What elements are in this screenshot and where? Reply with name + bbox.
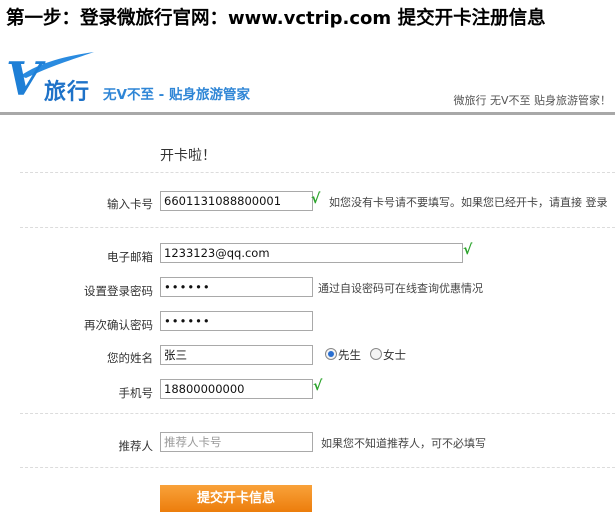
- password-input[interactable]: ••••••: [160, 277, 313, 297]
- email-check-icon: √: [463, 242, 473, 258]
- submit-button[interactable]: 提交开卡信息: [160, 485, 312, 512]
- gender-male-label[interactable]: 先生: [338, 347, 361, 363]
- logo-v-mark: V: [6, 52, 42, 106]
- card-number-input[interactable]: 6601131088800001: [160, 191, 313, 211]
- card-number-label: 输入卡号: [107, 197, 153, 211]
- header-tagline: 微旅行 无V不至 贴身旅游管家！: [453, 94, 611, 107]
- referrer-label: 推荐人: [118, 439, 154, 453]
- phone-label: 手机号: [118, 386, 154, 400]
- referrer-hint: 如果您不知道推荐人，可不必填写: [321, 437, 486, 450]
- step-title-url: www.vctrip.com: [228, 8, 392, 29]
- card-number-hint: 如您没有卡号请不要填写。如果您已经开卡，请直接 登录: [329, 196, 608, 209]
- referrer-input[interactable]: 推荐人卡号: [160, 432, 313, 452]
- phone-input[interactable]: 18800000000: [160, 379, 313, 399]
- phone-check-icon: √: [313, 378, 323, 394]
- divider: [20, 413, 615, 414]
- confirm-password-input[interactable]: ••••••: [160, 311, 313, 331]
- site-logo[interactable]: V 旅行 无V不至 - 贴身旅游管家: [6, 50, 306, 110]
- password-label: 设置登录密码: [84, 284, 153, 298]
- header-divider: [0, 112, 615, 115]
- name-input[interactable]: 张三: [160, 345, 313, 365]
- logo-slogan: 无V不至 - 贴身旅游管家: [103, 87, 250, 103]
- form-heading: 开卡啦！: [160, 148, 216, 164]
- gender-female-label[interactable]: 女士: [383, 347, 406, 363]
- divider: [20, 467, 615, 468]
- signup-page: 第一步：登录微旅行官网：www.vctrip.com 提交开卡注册信息 V 旅行…: [0, 0, 615, 518]
- divider: [20, 172, 615, 173]
- gender-female-radio[interactable]: [370, 348, 382, 360]
- email-label: 电子邮箱: [107, 250, 153, 264]
- step-title: 第一步：登录微旅行官网：www.vctrip.com 提交开卡注册信息: [6, 4, 546, 30]
- gender-male-radio[interactable]: [325, 348, 337, 360]
- step-title-prefix: 第一步：登录微旅行官网：: [6, 8, 229, 29]
- step-title-suffix: 提交开卡注册信息: [391, 8, 546, 29]
- confirm-password-label: 再次确认密码: [84, 318, 153, 332]
- divider: [20, 227, 615, 228]
- email-input[interactable]: 1233123@qq.com: [160, 243, 463, 263]
- name-label: 您的姓名: [107, 351, 153, 365]
- password-hint: 通过自设密码可在线查询优惠情况: [318, 282, 483, 295]
- card-number-check-icon: √: [311, 191, 321, 207]
- logo-name: 旅行: [44, 80, 91, 105]
